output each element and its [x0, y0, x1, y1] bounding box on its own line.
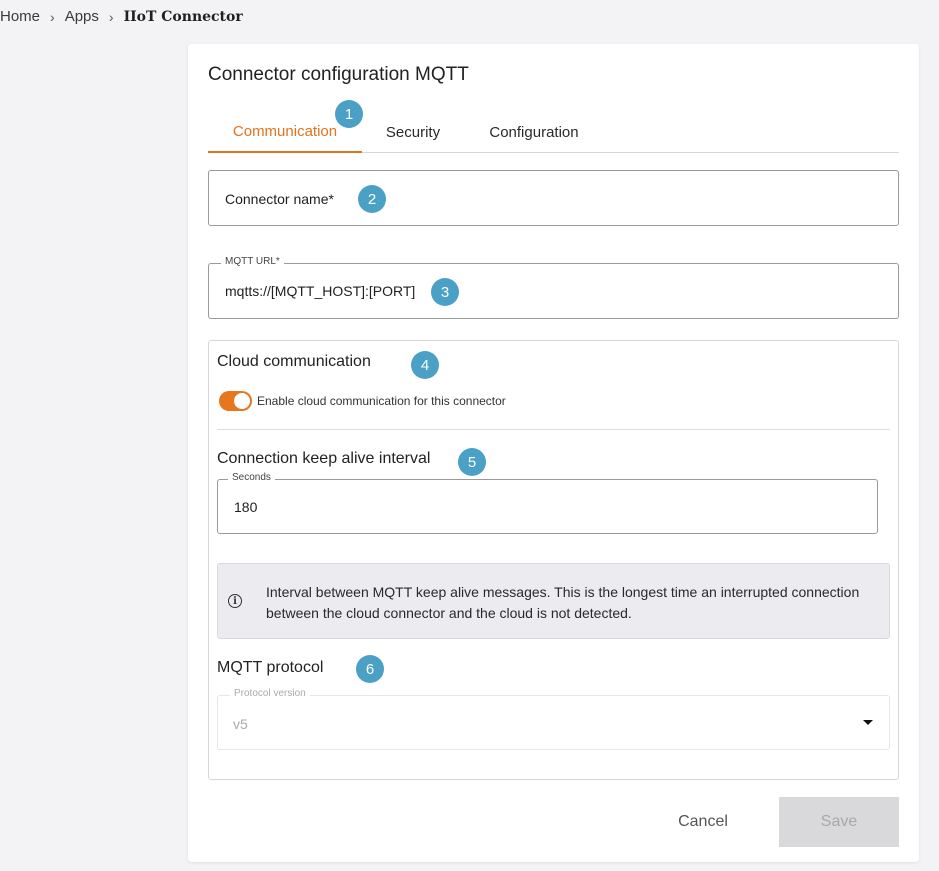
keepalive-seconds-field[interactable]: Seconds 180 — [217, 472, 878, 534]
callout-badge-2: 2 — [358, 185, 386, 213]
chevron-down-icon[interactable] — [863, 720, 873, 725]
breadcrumb: Home › Apps › IIoT Connector — [0, 8, 243, 25]
breadcrumb-separator: › — [108, 8, 114, 25]
breadcrumb-home[interactable]: Home — [0, 8, 40, 25]
tab-configuration[interactable]: Configuration — [476, 112, 592, 153]
callout-badge-4: 4 — [411, 351, 439, 379]
connector-config-card: Connector configuration MQTT Communicati… — [188, 44, 919, 862]
breadcrumb-current: IIoT Connector — [123, 8, 243, 25]
mqtt-protocol-title: MQTT protocol — [217, 659, 324, 676]
cloud-communication-toggle[interactable] — [219, 391, 252, 411]
protocol-version-value: v5 — [233, 716, 248, 732]
mqtt-url-label: MQTT URL* — [221, 256, 284, 267]
callout-badge-5: 5 — [458, 448, 486, 476]
tab-security[interactable]: Security — [372, 112, 454, 153]
save-button[interactable]: Save — [779, 797, 899, 847]
keepalive-info-box: i Interval between MQTT keep alive messa… — [217, 563, 890, 639]
breadcrumb-apps[interactable]: Apps — [65, 8, 99, 25]
toggle-knob — [234, 393, 250, 409]
keepalive-seconds-value: 180 — [234, 499, 258, 515]
keepalive-title: Connection keep alive interval — [217, 450, 431, 467]
protocol-version-label: Protocol version — [230, 688, 310, 699]
mqtt-url-value: mqtts://[MQTT_HOST]:[PORT] — [225, 283, 416, 299]
cloud-communication-toggle-label: Enable cloud communication for this conn… — [257, 394, 506, 408]
page-title: Connector configuration MQTT — [208, 64, 469, 85]
callout-badge-3: 3 — [431, 278, 459, 306]
connector-name-label: Connector name* — [225, 191, 334, 207]
keepalive-info-text: Interval between MQTT keep alive message… — [266, 584, 860, 621]
cloud-communication-title: Cloud communication — [217, 353, 371, 370]
protocol-version-select[interactable]: Protocol version v5 — [217, 688, 890, 750]
mqtt-url-field[interactable]: MQTT URL* mqtts://[MQTT_HOST]:[PORT] — [208, 256, 899, 319]
info-icon: i — [228, 594, 242, 608]
cancel-button[interactable]: Cancel — [658, 797, 748, 847]
breadcrumb-separator: › — [50, 8, 55, 25]
connector-name-field[interactable]: Connector name* — [208, 170, 899, 226]
callout-badge-1: 1 — [335, 100, 363, 128]
callout-badge-6: 6 — [356, 655, 384, 683]
keepalive-seconds-label: Seconds — [228, 472, 275, 483]
section-divider — [217, 429, 890, 430]
tab-bar: Communication Security Configuration — [208, 112, 899, 153]
communication-settings-panel: Cloud communication 4 Enable cloud commu… — [208, 340, 899, 780]
